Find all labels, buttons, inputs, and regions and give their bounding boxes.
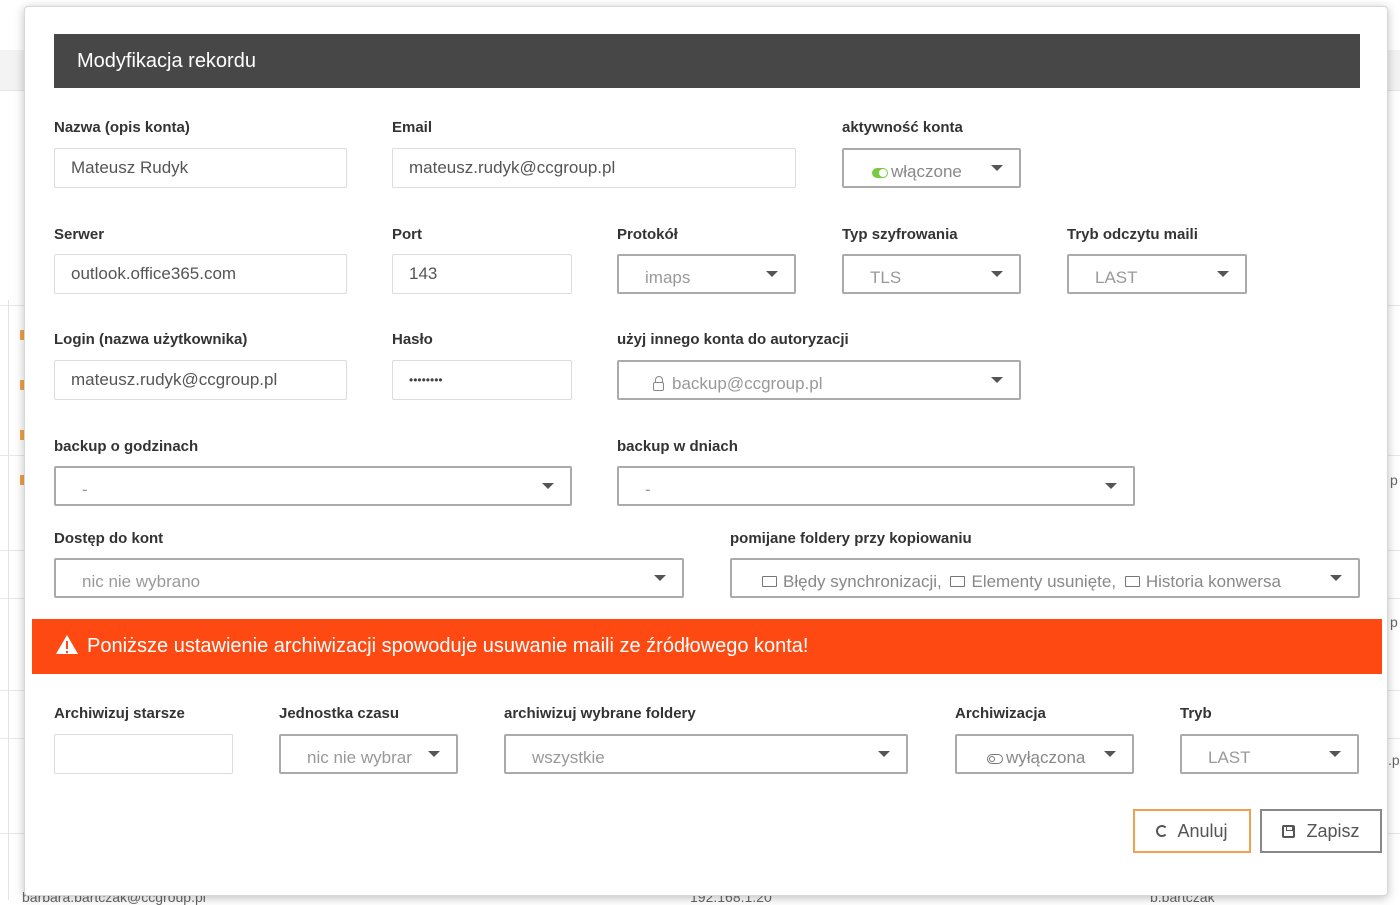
backup-days-select[interactable]: -	[617, 466, 1135, 506]
floppy-disk-icon	[1282, 824, 1296, 838]
chevron-down-icon	[878, 751, 890, 757]
chevron-down-icon	[766, 271, 778, 277]
save-button-label: Zapisz	[1306, 821, 1360, 841]
warning-icon-mark	[66, 641, 68, 649]
backup-hours-value: -	[82, 480, 88, 499]
cancel-button-label: Anuluj	[1177, 821, 1228, 841]
archive-older-label: Archiwizuj starsze	[54, 705, 185, 722]
protocol-select[interactable]: imaps	[617, 254, 796, 294]
account-access-label: Dostęp do kont	[54, 530, 164, 547]
edit-record-modal: Modyfikacja rekordu Nazwa (opis konta) M…	[24, 6, 1388, 896]
encryption-select[interactable]: TLS	[842, 254, 1021, 294]
toggle-on-icon	[872, 167, 888, 178]
chevron-down-icon	[1329, 751, 1341, 757]
account-access-value: nic nie wybrano	[82, 572, 201, 591]
mode-label: Tryb	[1180, 705, 1212, 722]
save-button[interactable]: Zapisz	[1260, 809, 1382, 853]
email-input[interactable]: mateusz.rudyk@ccgroup.pl	[392, 148, 796, 188]
modal-title: Modyfikacja rekordu	[54, 34, 1360, 88]
account-active-label: aktywność konta	[842, 119, 963, 136]
folder-icon	[1124, 576, 1140, 588]
backup-hours-select[interactable]: -	[54, 466, 572, 506]
chevron-down-icon	[991, 165, 1003, 171]
chevron-down-icon	[1330, 575, 1342, 581]
alt-auth-value: backup@ccgroup.pl	[672, 374, 823, 393]
folder-icon	[950, 576, 966, 588]
background-cell-fragment: p	[1390, 472, 1398, 488]
account-active-select[interactable]: włączone	[842, 148, 1021, 188]
chevron-down-icon	[1104, 751, 1116, 757]
backup-days-label: backup w dniach	[617, 438, 738, 455]
server-label: Serwer	[54, 226, 105, 243]
backup-days-value: -	[645, 480, 651, 499]
read-mode-select[interactable]: LAST	[1067, 254, 1247, 294]
encryption-value: TLS	[870, 268, 902, 287]
archive-folders-label: archiwizuj wybrane foldery	[504, 705, 696, 722]
alt-auth-label: użyj innego konta do autoryzacji	[617, 331, 849, 348]
port-label: Port	[392, 226, 422, 243]
password-label: Hasło	[392, 331, 433, 348]
password-input[interactable]: ••••••••	[392, 360, 572, 400]
skipped-folders-label: pomijane foldery przy kopiowaniu	[730, 530, 972, 547]
background-cell-fragment: .p	[1388, 752, 1400, 768]
chevron-down-icon	[428, 751, 440, 757]
archive-folders-value: wszystkie	[532, 748, 605, 767]
background-column-divider	[8, 300, 9, 900]
name-input[interactable]: Mateusz Rudyk	[54, 148, 347, 188]
archive-older-input[interactable]	[54, 734, 233, 774]
account-active-value: włączone	[891, 162, 962, 181]
archiving-value: wyłączona	[1006, 748, 1086, 767]
chevron-down-icon	[542, 483, 554, 489]
login-label: Login (nazwa użytkownika)	[54, 331, 248, 348]
chevron-down-icon	[654, 575, 666, 581]
lock-icon	[653, 376, 664, 392]
email-label: Email	[392, 119, 433, 136]
warning-text: Poniższe ustawienie archiwizacji spowodu…	[87, 635, 809, 657]
protocol-label: Protokół	[617, 226, 678, 243]
read-mode-label: Tryb odczytu maili	[1067, 226, 1198, 243]
archive-warning-banner: Poniższe ustawienie archiwizacji spowodu…	[32, 619, 1382, 674]
toggle-off-icon	[987, 753, 1003, 764]
warning-icon-dot	[66, 651, 68, 653]
cancel-button[interactable]: Anuluj	[1133, 809, 1251, 853]
protocol-value: imaps	[645, 268, 691, 287]
skipped-folders-select[interactable]: Błędy synchronizacji, Elementy usunięte,…	[730, 558, 1360, 598]
undo-icon	[1156, 825, 1169, 838]
time-unit-select[interactable]: nic nie wybrar	[279, 734, 458, 774]
archiving-label: Archiwizacja	[955, 705, 1046, 722]
skipped-folder-item: Historia konwersa	[1145, 572, 1281, 591]
port-input[interactable]: 143	[392, 254, 572, 294]
mode-select[interactable]: LAST	[1180, 734, 1359, 774]
chevron-down-icon	[1105, 483, 1117, 489]
mode-value: LAST	[1208, 748, 1251, 767]
folder-icon	[762, 576, 777, 588]
background-cell-fragment: p	[1390, 614, 1398, 630]
skipped-folder-item: Błędy synchronizacji,	[783, 572, 942, 591]
time-unit-label: Jednostka czasu	[279, 705, 400, 722]
chevron-down-icon	[1217, 271, 1229, 277]
archiving-select[interactable]: wyłączona	[955, 734, 1134, 774]
archive-folders-select[interactable]: wszystkie	[504, 734, 908, 774]
time-unit-value: nic nie wybrar	[307, 748, 412, 767]
chevron-down-icon	[991, 271, 1003, 277]
server-input[interactable]: outlook.office365.com	[54, 254, 347, 294]
chevron-down-icon	[991, 377, 1003, 383]
account-access-select[interactable]: nic nie wybrano	[54, 558, 684, 598]
encryption-label: Typ szyfrowania	[842, 226, 958, 243]
backup-hours-label: backup o godzinach	[54, 438, 199, 455]
skipped-folder-item: Elementy usunięte,	[971, 572, 1117, 591]
read-mode-value: LAST	[1095, 268, 1138, 287]
login-input[interactable]: mateusz.rudyk@ccgroup.pl	[54, 360, 347, 400]
name-label: Nazwa (opis konta)	[54, 119, 190, 136]
alt-auth-select[interactable]: backup@ccgroup.pl	[617, 360, 1021, 400]
